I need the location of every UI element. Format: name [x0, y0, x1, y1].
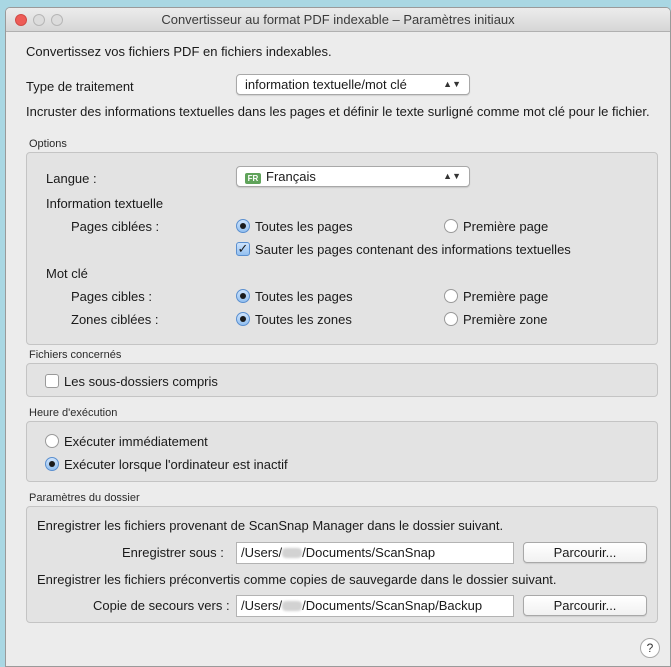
- keyword-pages-label: Pages cibles :: [71, 289, 152, 304]
- options-group: Langue : FR Français ▲▼ Information textu…: [26, 152, 658, 345]
- redacted-username: [282, 548, 303, 558]
- keyword-first-zone-label: Première zone: [463, 312, 548, 327]
- save-path-suffix: /Documents/ScanSnap: [302, 545, 436, 560]
- run-now-label: Exécuter immédiatement: [64, 434, 208, 449]
- keyword-heading: Mot clé: [46, 266, 88, 281]
- skip-text-pages-checkbox[interactable]: ✓: [236, 242, 250, 256]
- backup-folder-label: Copie de secours vers :: [93, 598, 230, 613]
- title-bar[interactable]: Convertisseur au format PDF indexable – …: [6, 8, 670, 32]
- backup-folder-path-field[interactable]: /Users/ /Documents/ScanSnap/Backup: [236, 595, 514, 617]
- language-select[interactable]: FR Français ▲▼: [236, 166, 470, 187]
- schedule-group: Exécuter immédiatement Exécuter lorsque …: [26, 421, 658, 482]
- keyword-first-page-radio[interactable]: [444, 289, 458, 303]
- keyword-all-pages-radio[interactable]: [236, 289, 250, 303]
- keyword-all-zones-radio[interactable]: [236, 312, 250, 326]
- backup-path-prefix: /Users/: [241, 598, 283, 613]
- save-folder-label: Enregistrer sous :: [122, 545, 224, 560]
- text-info-heading: Information textuelle: [46, 196, 164, 211]
- processing-type-value: information textuelle/mot clé: [245, 77, 407, 92]
- subfolders-label: Les sous-dossiers compris: [64, 374, 218, 389]
- intro-text: Convertissez vos fichiers PDF en fichier…: [26, 44, 332, 59]
- run-idle-label: Exécuter lorsque l'ordinateur est inacti…: [64, 457, 288, 472]
- popup-arrows-icon: ▲▼: [443, 171, 461, 181]
- text-info-all-pages-label: Toutes les pages: [255, 219, 353, 234]
- french-flag-icon: FR: [245, 173, 261, 184]
- schedule-group-title: Heure d'exécution: [29, 407, 118, 419]
- backup-path-suffix: /Documents/ScanSnap/Backup: [302, 598, 483, 613]
- options-group-title: Options: [29, 138, 67, 150]
- dialog-window: Convertisseur au format PDF indexable – …: [5, 7, 671, 667]
- keyword-zones-label: Zones ciblées :: [71, 312, 159, 327]
- save-folder-path-field[interactable]: /Users/ /Documents/ScanSnap: [236, 542, 514, 564]
- processing-type-label: Type de traitement: [26, 79, 134, 94]
- language-label: Langue :: [46, 171, 97, 186]
- keyword-first-zone-radio[interactable]: [444, 312, 458, 326]
- text-info-first-page-label: Première page: [463, 219, 549, 234]
- folder-group-title: Paramètres du dossier: [29, 492, 140, 504]
- browse-save-folder-button[interactable]: Parcourir...: [523, 542, 647, 563]
- files-group: Les sous-dossiers compris: [26, 363, 658, 397]
- save-path-prefix: /Users/: [241, 545, 283, 560]
- redacted-username: [282, 601, 303, 611]
- browse-backup-folder-button[interactable]: Parcourir...: [523, 595, 647, 616]
- processing-description: Incruster des informations textuelles da…: [26, 104, 650, 119]
- text-info-all-pages-radio[interactable]: [236, 219, 250, 233]
- keyword-all-zones-label: Toutes les zones: [255, 312, 352, 327]
- run-idle-radio[interactable]: [45, 457, 59, 471]
- save-folder-description: Enregistrer les fichiers provenant de Sc…: [37, 518, 504, 533]
- popup-arrows-icon: ▲▼: [443, 79, 461, 89]
- text-info-pages-label: Pages ciblées :: [71, 219, 160, 234]
- language-value: Français: [266, 169, 316, 184]
- folder-group: Enregistrer les fichiers provenant de Sc…: [26, 506, 658, 623]
- backup-folder-description: Enregistrer les fichiers préconvertis co…: [37, 572, 557, 587]
- keyword-first-page-label: Première page: [463, 289, 549, 304]
- help-button[interactable]: ?: [640, 638, 660, 658]
- text-info-first-page-radio[interactable]: [444, 219, 458, 233]
- keyword-all-pages-label: Toutes les pages: [255, 289, 353, 304]
- files-group-title: Fichiers concernés: [29, 349, 122, 361]
- processing-type-select[interactable]: information textuelle/mot clé ▲▼: [236, 74, 470, 95]
- skip-text-pages-label: Sauter les pages contenant des informati…: [255, 242, 571, 257]
- window-title: Convertisseur au format PDF indexable – …: [161, 12, 515, 27]
- subfolders-checkbox[interactable]: [45, 374, 59, 388]
- run-now-radio[interactable]: [45, 434, 59, 448]
